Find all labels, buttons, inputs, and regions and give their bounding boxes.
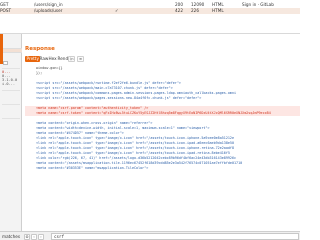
- history-status: 422: [175, 8, 183, 13]
- divider: [2, 118, 20, 119]
- code-text: <meta content="#30353E" name="msapplicat…: [36, 166, 149, 170]
- search-input[interactable]: csrf: [51, 233, 299, 240]
- menu-button[interactable]: ≡: [77, 56, 84, 62]
- request-fragment: i.0...: [2, 82, 15, 86]
- history-path: /uploads/user: [34, 8, 63, 13]
- response-panel: Response Pretty Raw Hex Render \n ≡ wind…: [22, 34, 300, 231]
- history-checkmark: ✓: [115, 8, 119, 13]
- request-panel-header: [0, 48, 22, 53]
- divider: [2, 68, 20, 69]
- chevron-left-icon: ‹: [33, 234, 35, 239]
- selection-indicator: [0, 34, 3, 64]
- hamburger-icon: ≡: [79, 57, 83, 61]
- settings-button[interactable]: ⚙: [24, 233, 30, 240]
- search-bar: matches ⚙ ‹ › csrf: [0, 231, 300, 240]
- history-method: POST: [0, 8, 12, 13]
- request-history-table: GET /users/sign_in 200 12090 HTML Sign i…: [0, 0, 300, 34]
- history-mime: HTML: [212, 8, 224, 13]
- request-panel: 0... 0... 3.1.0.0 i.0...: [0, 34, 22, 231]
- history-row-selected[interactable]: POST /uploads/user ✓ 422 226 HTML: [0, 8, 300, 14]
- next-match-button[interactable]: ›: [38, 233, 44, 240]
- match-count: matches: [2, 234, 21, 239]
- history-length: 226: [191, 8, 199, 13]
- divider: [2, 104, 20, 105]
- response-title: Response: [25, 46, 55, 52]
- chevron-right-icon: ›: [40, 234, 42, 239]
- gear-icon: ⚙: [25, 234, 29, 239]
- previous-match-button[interactable]: ‹: [31, 233, 37, 240]
- divider: [2, 90, 20, 91]
- request-panel-badge[interactable]: [3, 61, 8, 65]
- response-editor[interactable]: window.gon={}}); <script src="/assets/web…: [25, 64, 300, 229]
- newline-icon: \n: [70, 57, 74, 61]
- newline-toggle-button[interactable]: \n: [68, 56, 75, 62]
- code-line: <meta content="#30353E" name="msapplicat…: [25, 166, 300, 171]
